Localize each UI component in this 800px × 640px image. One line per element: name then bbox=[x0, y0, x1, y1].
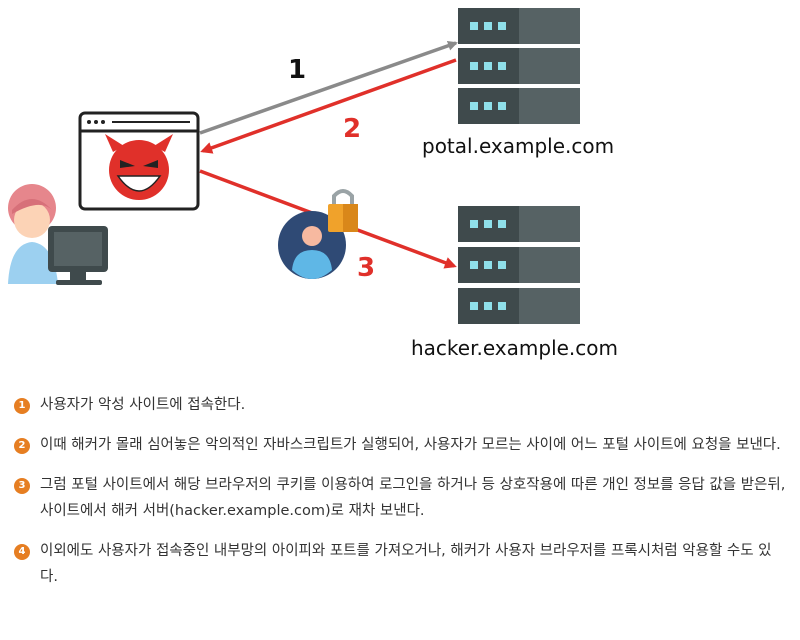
list-item: 4 이외에도 사용자가 접속중인 내부망의 아이피와 포트를 가져오거나, 해커… bbox=[14, 538, 786, 590]
xss-flow-diagram: 1 2 3 potal.example.com hacker.example.c… bbox=[0, 0, 800, 380]
step-number-badge: 4 bbox=[14, 544, 30, 560]
portal-server-icon bbox=[458, 8, 580, 124]
hacker-server-icon bbox=[458, 206, 580, 324]
step-text: 그럼 포털 사이트에서 해당 브라우저의 쿠키를 이용하여 로그인을 하거나 등… bbox=[40, 477, 786, 519]
step-number-badge: 2 bbox=[14, 438, 30, 454]
arrow-2-response bbox=[200, 58, 457, 154]
arrow-1-number: 1 bbox=[288, 55, 306, 85]
hacker-server-label: hacker.example.com bbox=[411, 336, 619, 360]
arrow-1-request bbox=[199, 40, 458, 135]
step-text: 이외에도 사용자가 접속중인 내부망의 아이피와 포트를 가져오거나, 해커가 … bbox=[40, 543, 772, 585]
step-number-badge: 1 bbox=[14, 398, 30, 414]
arrow-2-number: 2 bbox=[343, 114, 361, 144]
list-item: 2 이때 해커가 몰래 심어놓은 악의적인 자바스크립트가 실행되어, 사용자가… bbox=[14, 432, 786, 458]
step-text: 이때 해커가 몰래 심어놓은 악의적인 자바스크립트가 실행되어, 사용자가 모… bbox=[40, 437, 781, 453]
step-text: 사용자가 악성 사이트에 접속한다. bbox=[40, 397, 246, 413]
list-item: 3 그럼 포털 사이트에서 해당 브라우저의 쿠키를 이용하여 로그인을 하거나… bbox=[14, 472, 786, 524]
step-number-badge: 3 bbox=[14, 478, 30, 494]
step-list: 1 사용자가 악성 사이트에 접속한다. 2 이때 해커가 몰래 심어놓은 악의… bbox=[14, 392, 786, 604]
portal-server-label: potal.example.com bbox=[422, 134, 615, 158]
arrow-3-number: 3 bbox=[357, 253, 375, 283]
list-item: 1 사용자가 악성 사이트에 접속한다. bbox=[14, 392, 786, 418]
